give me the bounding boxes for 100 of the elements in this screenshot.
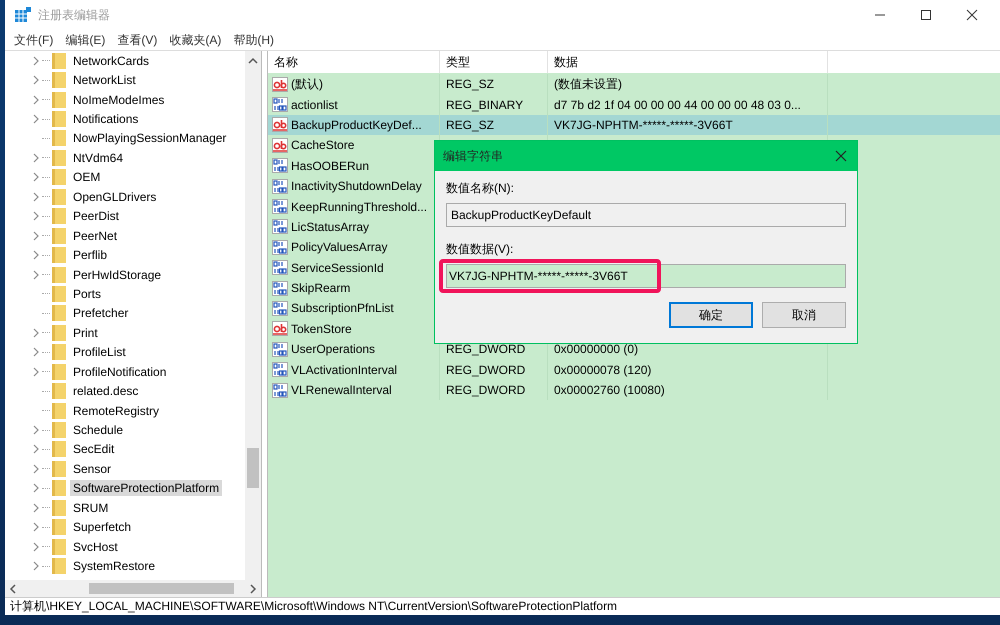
dialog-button[interactable]: 取消 (762, 302, 846, 328)
value-name[interactable]: actionlist (291, 98, 338, 112)
chevron-icon[interactable] (33, 152, 40, 163)
tree-item[interactable]: PeerNet (70, 228, 120, 244)
value-name[interactable]: VLActivationInterval (291, 362, 398, 377)
tree-item[interactable]: SystemRestore (70, 558, 158, 574)
tree-item[interactable]: NetworkList (70, 72, 139, 88)
folder-icon (52, 228, 66, 244)
chevron-icon[interactable] (33, 172, 40, 182)
tree-item[interactable]: SecEdit (70, 441, 118, 458)
tree-item[interactable]: SRUM (70, 500, 112, 516)
tree-item[interactable]: related.desc (70, 383, 142, 400)
tree-item[interactable]: NoImeModeImes (70, 92, 168, 108)
value-data-field[interactable]: VK7JG-NPHTM-*****-*****-3V66T (446, 264, 846, 288)
string-value-icon (272, 138, 288, 153)
tree-item[interactable]: ProfileList (70, 344, 129, 360)
value-name[interactable]: SkipRearm (291, 281, 350, 296)
horizontal-scrollbar[interactable] (5, 580, 261, 597)
vertical-scrollbar[interactable] (245, 51, 261, 580)
folder-icon (52, 247, 66, 264)
scroll-right-icon[interactable] (249, 584, 257, 594)
value-name[interactable]: PolicyValuesArray (291, 240, 388, 254)
menu-item[interactable]: 编辑(E) (65, 32, 106, 48)
chevron-icon[interactable] (33, 464, 40, 474)
value-name-field[interactable]: BackupProductKeyDefault (446, 203, 846, 227)
chevron-icon[interactable] (33, 502, 40, 513)
folder-icon (52, 402, 66, 419)
close-icon[interactable] (966, 9, 978, 21)
tree-item[interactable]: NtVdm64 (70, 150, 126, 166)
tree-item[interactable]: Perflib (70, 247, 110, 264)
close-icon[interactable] (835, 150, 847, 162)
chevron-icon[interactable] (33, 211, 40, 222)
tree-item[interactable]: ProfileNotification (70, 364, 170, 380)
value-name[interactable]: TokenStore (291, 322, 352, 336)
value-name[interactable]: LicStatusArray (291, 220, 370, 234)
binary-value-icon (272, 362, 288, 378)
tree-item[interactable]: Notifications (70, 111, 142, 128)
chevron-icon[interactable] (33, 192, 40, 202)
menu-item[interactable]: 收藏夹(A) (169, 32, 222, 48)
folder-icon (52, 344, 66, 360)
value-name[interactable]: (默认) (291, 76, 323, 93)
value-name[interactable]: CacheStore (291, 138, 354, 152)
tree-item[interactable]: Superfetch (70, 519, 134, 536)
chevron-icon[interactable] (33, 561, 40, 572)
dialog-button[interactable]: 确定 (669, 302, 753, 328)
menu-item[interactable]: 查看(V) (117, 32, 158, 48)
tree-item[interactable]: OEM (70, 169, 104, 186)
maximize-icon[interactable] (920, 9, 932, 21)
chevron-icon[interactable] (33, 522, 40, 532)
scroll-thumb[interactable] (247, 448, 259, 488)
value-name[interactable]: SubscriptionPfnList (291, 301, 394, 316)
column-header[interactable]: 类型 (440, 51, 548, 73)
tree-item[interactable]: Prefetcher (70, 305, 132, 322)
scroll-up-icon[interactable] (248, 57, 258, 65)
chevron-icon[interactable] (33, 270, 40, 280)
chevron-icon[interactable] (33, 75, 40, 86)
value-data: d7 7b d2 1f 04 00 00 00 44 00 00 00 48 03 0... (554, 98, 801, 112)
tree-item[interactable]: NowPlayingSessionManager (70, 130, 230, 146)
chevron-icon[interactable] (33, 56, 40, 66)
value-name[interactable]: BackupProductKeyDef... (291, 118, 422, 132)
chevron-icon[interactable] (33, 366, 40, 377)
tree-item[interactable]: NetworkCards (70, 52, 152, 69)
tree-item[interactable]: PeerDist (70, 208, 122, 224)
tree-item[interactable]: SvcHost (70, 538, 121, 555)
chevron-icon[interactable] (33, 94, 40, 105)
tree-item[interactable]: RemoteRegistry (70, 402, 162, 419)
menu-item[interactable]: 文件(F) (14, 32, 54, 48)
value-data: 0x00002760 (10080) (554, 383, 665, 398)
tree-item[interactable]: OpenGLDrivers (70, 188, 160, 205)
status-bar: 计算机\HKEY_LOCAL_MACHINE\SOFTWARE\Microsoft\Windows NT\CurrentVersion\SoftwareProtectionPlatform (5, 597, 1000, 615)
value-name[interactable]: InactivityShutdownDelay (291, 179, 422, 194)
chevron-icon[interactable] (33, 425, 40, 436)
chevron-icon[interactable] (33, 230, 40, 241)
folder-icon (52, 500, 66, 516)
chevron-icon[interactable] (33, 347, 40, 358)
tree-item[interactable]: Ports (70, 286, 104, 302)
value-name[interactable]: ServiceSessionId (291, 260, 384, 275)
tree-item[interactable]: Sensor (70, 460, 114, 477)
folder-icon (52, 208, 66, 224)
chevron-icon[interactable] (33, 483, 40, 494)
value-name[interactable]: UserOperations (291, 342, 376, 356)
tree-item[interactable]: SoftwareProtectionPlatform (70, 480, 222, 496)
column-header[interactable]: 名称 (268, 51, 440, 73)
chevron-icon[interactable] (33, 542, 40, 552)
tree-item[interactable]: Schedule (70, 422, 126, 438)
folder-icon (52, 538, 66, 555)
chevron-icon[interactable] (33, 250, 40, 260)
folder-icon (52, 460, 66, 477)
chevron-icon[interactable] (33, 328, 40, 338)
tree-item[interactable]: PerHwIdStorage (70, 266, 164, 283)
chevron-icon[interactable] (33, 114, 40, 124)
value-name[interactable]: VLRenewalInterval (291, 383, 392, 398)
value-name[interactable]: HasOOBERun (291, 158, 370, 173)
column-header[interactable]: 数据 (548, 51, 828, 73)
scroll-left-icon[interactable] (9, 584, 17, 594)
tree-item[interactable]: Print (70, 324, 101, 341)
menu-item[interactable]: 帮助(H) (233, 32, 274, 48)
value-name[interactable]: KeepRunningThreshold... (291, 200, 428, 214)
folder-icon (52, 558, 66, 574)
chevron-icon[interactable] (33, 444, 40, 454)
